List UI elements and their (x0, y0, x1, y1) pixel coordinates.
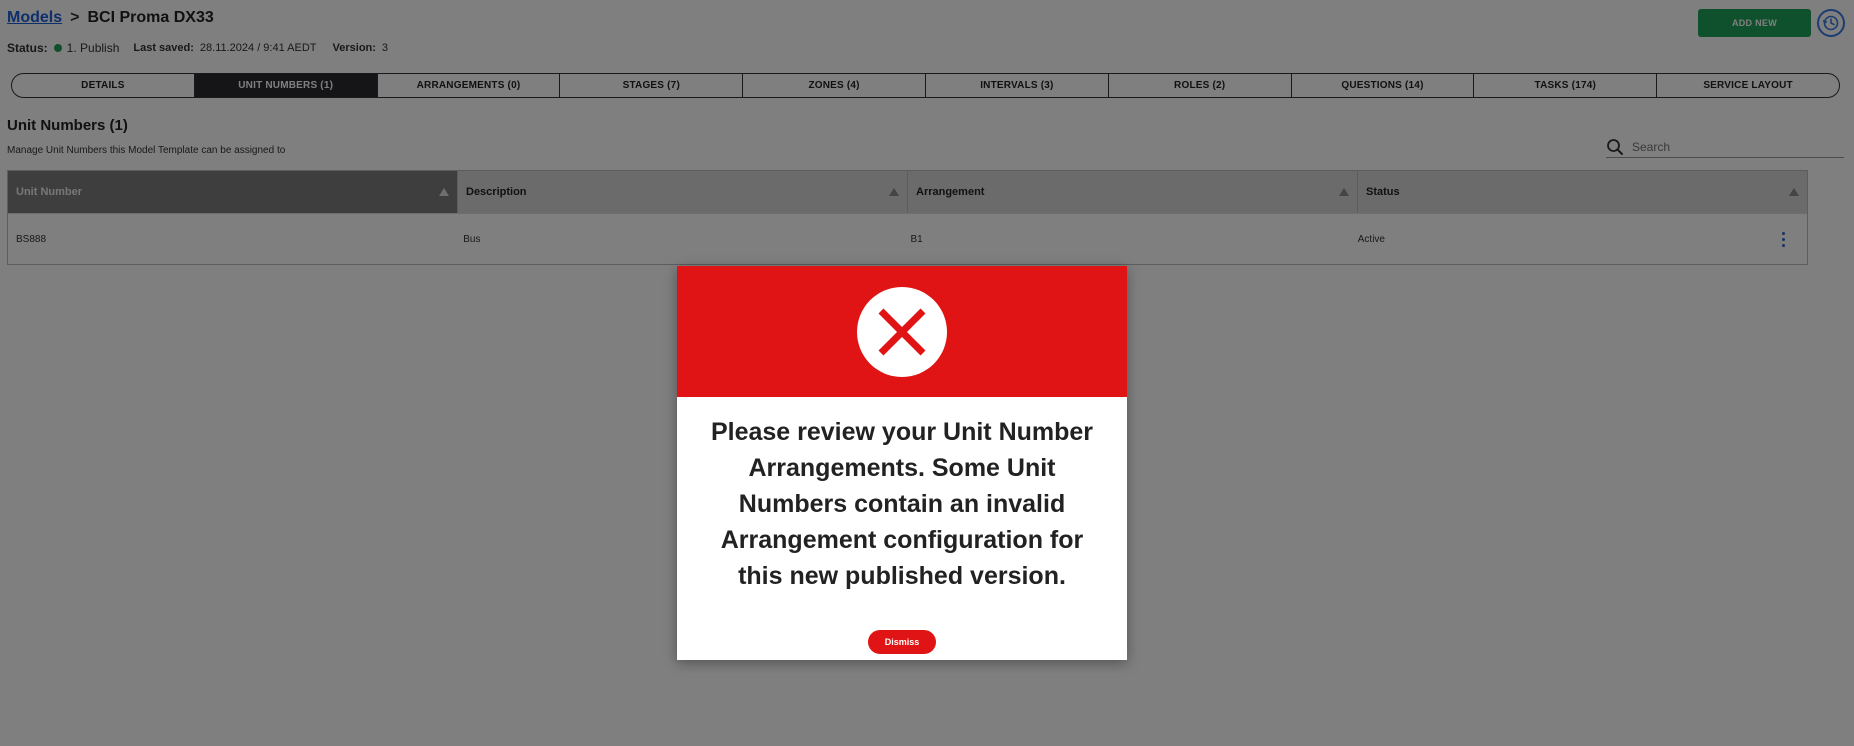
error-modal: Please review your Unit Number Arrangeme… (677, 266, 1127, 660)
error-x-icon (857, 286, 947, 377)
modal-header (677, 266, 1127, 397)
modal-message: Please review your Unit Number Arrangeme… (710, 418, 1094, 590)
dismiss-button[interactable]: Dismiss (868, 630, 936, 654)
page: Models > BCI Proma DX33 Status: 1. Publi… (0, 0, 1854, 746)
